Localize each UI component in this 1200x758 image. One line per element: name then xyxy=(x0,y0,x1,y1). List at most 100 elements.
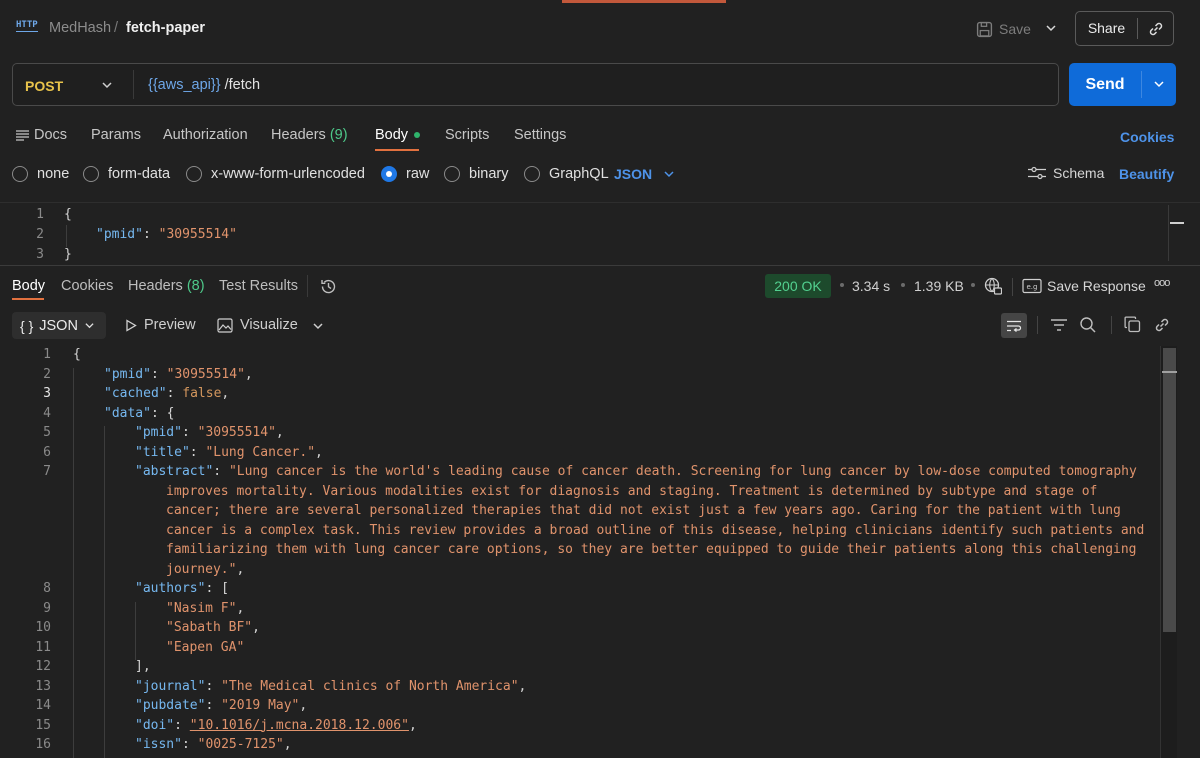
raw-format-select[interactable]: JSON xyxy=(614,166,652,182)
tab-body-underline xyxy=(375,149,419,151)
filter-icon[interactable] xyxy=(1050,318,1068,332)
format-chevron-down-icon[interactable] xyxy=(663,169,675,179)
wrap-lines-button[interactable] xyxy=(1001,313,1027,338)
example-save-icon[interactable]: e.g xyxy=(1022,278,1042,294)
json-punct: : xyxy=(189,444,206,460)
link-icon[interactable] xyxy=(1153,316,1171,334)
more-options-icon[interactable]: ooo xyxy=(1154,277,1170,289)
method-chevron-down-icon[interactable] xyxy=(101,80,113,90)
wrap-icon xyxy=(1007,320,1022,332)
response-format-select[interactable]: { } JSON xyxy=(12,312,106,339)
visualize-chevron-down-icon[interactable] xyxy=(312,321,324,331)
tab-params[interactable]: Params xyxy=(91,127,141,143)
response-tab-cookies[interactable]: Cookies xyxy=(61,278,113,294)
request-body-editor[interactable]: 1 { 2 "pmid": "30955514" 3 } xyxy=(0,202,1200,265)
code-line: "Nasim F", xyxy=(166,601,244,616)
tab-body[interactable]: Body xyxy=(375,127,421,143)
tab-divider xyxy=(307,275,308,297)
url-variable: {{aws_api}} xyxy=(148,77,221,93)
breadcrumb-workspace[interactable]: MedHash xyxy=(49,20,111,36)
radio-raw[interactable]: raw xyxy=(381,165,429,183)
send-chevron-down-icon[interactable] xyxy=(1153,79,1165,89)
copy-link-button[interactable] xyxy=(1138,20,1173,38)
history-icon[interactable] xyxy=(319,277,338,296)
tab-settings[interactable]: Settings xyxy=(514,127,566,143)
visualize-button[interactable]: Visualize xyxy=(217,317,298,333)
response-headers-count: (8) xyxy=(186,278,205,294)
search-icon[interactable] xyxy=(1079,316,1097,334)
copy-icon[interactable] xyxy=(1124,316,1141,333)
save-button[interactable]: Save xyxy=(976,17,1031,41)
tab-authorization[interactable]: Authorization xyxy=(163,127,248,143)
response-tab-headers-label: Headers xyxy=(128,278,183,294)
tab-headers[interactable]: Headers (9) xyxy=(271,127,348,143)
json-string: "30955514" xyxy=(166,366,245,382)
schema-button[interactable]: Schema xyxy=(1028,165,1104,181)
code-line: "title": "Lung Cancer.", xyxy=(135,445,323,460)
breadcrumb-separator: / xyxy=(114,20,119,36)
json-string: improves mortality. Various modalities e… xyxy=(166,483,1098,499)
response-body-viewer[interactable]: 1 { 2 "pmid": "30955514", 3 "cached": fa… xyxy=(0,346,1200,758)
radio-form-data-circle[interactable] xyxy=(83,166,99,182)
radio-urlencoded[interactable]: x-www-form-urlencoded xyxy=(186,165,365,183)
method-select[interactable]: POST xyxy=(25,78,63,94)
code-row: 16 "issn": "0025-7125", xyxy=(0,736,1160,756)
radio-graphql[interactable]: GraphQL xyxy=(524,165,609,183)
link-icon xyxy=(1149,22,1162,35)
request-scrollbar[interactable] xyxy=(1168,205,1184,261)
radio-raw-circle[interactable] xyxy=(381,166,397,182)
json-punct: : xyxy=(174,717,190,733)
line-number: 3 xyxy=(36,247,44,262)
line-number: 2 xyxy=(43,366,51,382)
http-icon: HTTP xyxy=(16,20,38,32)
radio-binary[interactable]: binary xyxy=(444,165,509,183)
code-line: "pmid": "30955514", xyxy=(104,367,253,382)
send-button[interactable]: Send xyxy=(1069,63,1141,106)
network-globe-icon[interactable] xyxy=(984,277,1002,295)
response-size[interactable]: 1.39 KB xyxy=(914,278,964,294)
code-row: 15 "doi": "10.1016/j.mcna.2018.12.006", xyxy=(0,717,1160,737)
json-punct: : xyxy=(150,366,167,382)
url-input[interactable]: {{aws_api}} /fetch xyxy=(148,77,260,93)
save-response-button[interactable]: Save Response xyxy=(1047,278,1146,294)
json-punct: : xyxy=(213,464,229,479)
code-row: 14 "pubdate": "2019 May", xyxy=(0,697,1160,717)
preview-button[interactable]: Preview xyxy=(125,317,196,333)
tab-body-label: Body xyxy=(375,127,409,143)
scrollbar-thumb[interactable] xyxy=(1163,348,1176,632)
radio-binary-circle[interactable] xyxy=(444,166,460,182)
response-scrollbar[interactable] xyxy=(1160,346,1177,758)
tab-scripts[interactable]: Scripts xyxy=(445,127,489,143)
save-chevron-down-icon[interactable] xyxy=(1045,23,1057,33)
status-badge[interactable]: 200 OK xyxy=(765,274,831,298)
radio-urlencoded-circle[interactable] xyxy=(186,166,202,182)
radio-graphql-circle[interactable] xyxy=(524,166,540,182)
response-tab-body[interactable]: Body xyxy=(12,278,45,294)
radio-none-circle[interactable] xyxy=(12,166,28,182)
line-number: 11 xyxy=(35,639,51,655)
request-title[interactable]: fetch-paper xyxy=(126,20,205,36)
response-time[interactable]: 3.34 s xyxy=(852,278,890,294)
radio-form-data[interactable]: form-data xyxy=(83,165,170,183)
code-row: 5 "pmid": "30955514", xyxy=(0,424,1160,444)
beautify-button[interactable]: Beautify xyxy=(1119,166,1174,182)
scrollbar-marker xyxy=(1170,222,1184,224)
url-bar[interactable]: POST {{aws_api}} /fetch xyxy=(12,63,1059,106)
response-tab-headers[interactable]: Headers (8) xyxy=(128,278,205,294)
share-button[interactable]: Share xyxy=(1075,11,1174,46)
save-label: Save xyxy=(999,21,1031,37)
url-divider xyxy=(133,70,134,99)
json-string-link[interactable]: "10.1016/j.mcna.2018.12.006" xyxy=(190,718,409,733)
send-button-group[interactable]: Send xyxy=(1069,63,1176,106)
response-tab-test-results[interactable]: Test Results xyxy=(219,278,298,294)
body-modified-dot xyxy=(414,132,421,139)
tab-docs[interactable]: Docs xyxy=(16,127,67,143)
pane-divider[interactable] xyxy=(0,265,1200,266)
json-string: "30955514" xyxy=(197,425,276,440)
radio-none[interactable]: none xyxy=(12,165,69,183)
json-string: familiarizing them with lung cancer care… xyxy=(166,542,1137,557)
code-row: 2 "pmid": "30955514", xyxy=(0,366,1160,386)
cookies-link[interactable]: Cookies xyxy=(1120,129,1174,145)
tab-docs-label: Docs xyxy=(34,127,68,143)
json-punct: : xyxy=(181,737,198,752)
